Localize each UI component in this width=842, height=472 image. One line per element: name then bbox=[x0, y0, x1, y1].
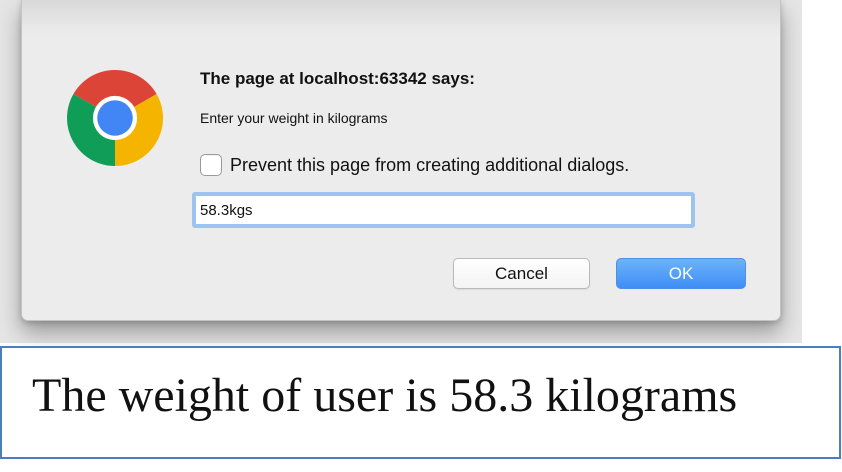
prevent-dialogs-checkbox[interactable] bbox=[200, 154, 222, 176]
weight-input[interactable] bbox=[192, 192, 695, 228]
chrome-logo-icon bbox=[67, 70, 163, 166]
page: The page at localhost:63342 says: Enter … bbox=[0, 0, 842, 472]
prevent-dialogs-label[interactable]: Prevent this page from creating addition… bbox=[230, 155, 629, 176]
dialog-title: The page at localhost:63342 says: bbox=[200, 69, 475, 88]
dialog-top-bar bbox=[22, 0, 780, 40]
cancel-button[interactable]: Cancel bbox=[453, 258, 590, 289]
dialog-message: Enter your weight in kilograms bbox=[200, 110, 388, 126]
prevent-dialogs-option[interactable]: Prevent this page from creating addition… bbox=[200, 152, 629, 178]
result-text: The weight of user is 58.3 kilograms bbox=[32, 369, 738, 422]
javascript-prompt-dialog: The page at localhost:63342 says: Enter … bbox=[21, 0, 781, 321]
result-output-box: The weight of user is 58.3 kilograms bbox=[0, 346, 841, 459]
ok-button[interactable]: OK bbox=[616, 258, 746, 289]
